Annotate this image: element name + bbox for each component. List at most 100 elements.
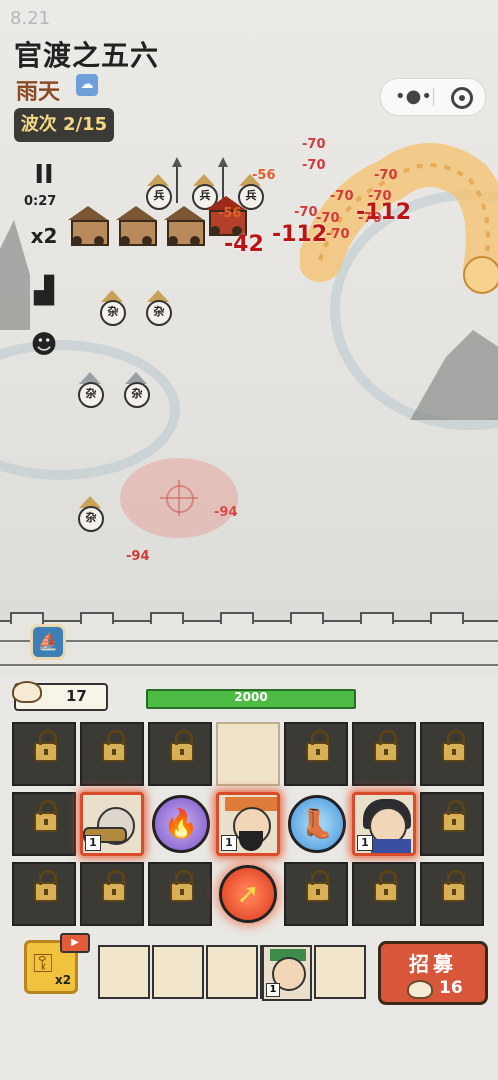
- weather-label: 雨天: [16, 80, 61, 105]
- lock-icon: [442, 870, 466, 902]
- enemy-worker-label: 杂: [78, 382, 104, 408]
- locked-cell[interactable]: [284, 862, 348, 926]
- locked-cell[interactable]: [12, 862, 76, 926]
- lock-icon: [34, 800, 58, 832]
- enemy-cart: [68, 206, 109, 246]
- locked-cell[interactable]: [352, 862, 416, 926]
- hero-robe: [371, 839, 411, 853]
- lock-icon: [306, 730, 330, 762]
- enemy-worker-label: 杂: [124, 382, 150, 408]
- speed-button[interactable]: x2: [24, 224, 64, 260]
- bench-hero-guan-yu[interactable]: 1: [262, 945, 312, 1001]
- enemy-worker: 杂: [146, 288, 172, 326]
- hero-level: 1: [266, 983, 280, 997]
- lock-icon: [102, 870, 126, 902]
- wall-crenel: [80, 612, 114, 624]
- damage-number: -94: [126, 549, 150, 564]
- video-ad-icon[interactable]: ▶: [60, 933, 90, 953]
- enemy-cart: [164, 206, 205, 246]
- lock-icon: [374, 730, 398, 762]
- damage-number: -70: [302, 137, 326, 152]
- skill-target-zone: [120, 458, 238, 538]
- wall-line: [0, 640, 498, 642]
- damage-number: -42: [224, 232, 264, 257]
- version-label: 8.21: [10, 8, 51, 29]
- wall-crenel: [290, 612, 324, 624]
- fire-orb-icon[interactable]: 🔥: [152, 795, 210, 853]
- lock-icon: [102, 730, 126, 762]
- lock-icon: [442, 730, 466, 762]
- wall-hp-bar: 2000: [146, 689, 356, 709]
- wall-crenel: [10, 612, 44, 624]
- lock-icon: [170, 730, 194, 762]
- damage-number: -70: [326, 227, 350, 242]
- bun-counter: 17: [12, 681, 108, 711]
- locked-cell[interactable]: [420, 862, 484, 926]
- locked-cell[interactable]: [284, 722, 348, 786]
- city-wall: [0, 612, 498, 678]
- close-miniprogram-icon[interactable]: [451, 87, 473, 109]
- hero-level: 1: [221, 835, 237, 851]
- boot-orb-icon[interactable]: 👢: [288, 795, 346, 853]
- lock-icon: [34, 730, 58, 762]
- locked-cell[interactable]: [148, 722, 212, 786]
- wave-counter: 波次 2/15: [14, 108, 114, 142]
- bar-chart-icon[interactable]: ▟: [24, 276, 64, 312]
- damage-number: -70: [302, 158, 326, 173]
- enemy-worker-label: 杂: [78, 506, 104, 532]
- bench-slot[interactable]: [152, 945, 204, 999]
- key-multiplier: x2: [55, 973, 72, 987]
- enemy-worker: 杂: [78, 494, 104, 532]
- steamed-bun-icon: [12, 681, 42, 703]
- key-icon: ⚿: [33, 949, 53, 979]
- locked-cell[interactable]: [420, 792, 484, 856]
- angry-face-icon[interactable]: ☻: [24, 330, 64, 366]
- arrow-orb-icon[interactable]: ➚: [219, 865, 277, 923]
- locked-cell[interactable]: [80, 722, 144, 786]
- enemy-worker-label: 杂: [146, 300, 172, 326]
- wall-hp-value: 2000: [234, 690, 268, 704]
- recruit-label: 招募: [409, 952, 457, 976]
- damage-number: -56: [252, 168, 276, 183]
- empty-cell[interactable]: [216, 722, 280, 786]
- bun-count: 17: [66, 687, 87, 705]
- hero-level: 1: [357, 835, 373, 851]
- spear-icon: [172, 157, 182, 203]
- locked-cell[interactable]: [420, 722, 484, 786]
- bench-slot[interactable]: [206, 945, 258, 999]
- bench-slot[interactable]: [98, 945, 150, 999]
- locked-cell[interactable]: [80, 862, 144, 926]
- rain-cloud-icon: ☁: [76, 74, 98, 96]
- wall-crenel: [150, 612, 184, 624]
- more-menu-icon[interactable]: •●•: [395, 86, 432, 107]
- enemy-soldier: 兵: [146, 172, 172, 210]
- locked-cell[interactable]: [12, 722, 76, 786]
- scythe-hero[interactable]: 1: [352, 792, 416, 856]
- hero-grid: 1 🔥 1 👢 1 ➚: [12, 722, 486, 932]
- capsule-divider: [433, 88, 434, 106]
- cannon-hero[interactable]: 1: [80, 792, 144, 856]
- locked-cell[interactable]: [12, 792, 76, 856]
- boat-token-icon[interactable]: ⛵: [30, 624, 66, 660]
- bench-slot[interactable]: [314, 945, 366, 999]
- miniprogram-capsule: •●•: [380, 78, 486, 116]
- recruit-cost: 16: [439, 978, 463, 998]
- locked-cell[interactable]: [148, 862, 212, 926]
- recruit-button[interactable]: 招募 16: [378, 941, 488, 1005]
- enemy-worker-label: 杂: [100, 300, 126, 326]
- damage-number: -70: [374, 168, 398, 183]
- pause-button[interactable]: II: [24, 160, 64, 196]
- crosshair-icon: [166, 485, 194, 513]
- locked-cell[interactable]: [352, 722, 416, 786]
- wall-line: [0, 664, 498, 666]
- hero-beard: [239, 831, 263, 851]
- damage-number: -70: [294, 205, 318, 220]
- enemy-worker: 杂: [100, 288, 126, 326]
- lock-icon: [374, 870, 398, 902]
- wall-crenel: [220, 612, 254, 624]
- wall-crenel: [360, 612, 394, 624]
- steamed-bun-icon: [407, 980, 433, 999]
- guan-yu-hero-center[interactable]: 1: [216, 792, 280, 856]
- wall-crenel: [430, 612, 464, 624]
- hero-level: 1: [85, 835, 101, 851]
